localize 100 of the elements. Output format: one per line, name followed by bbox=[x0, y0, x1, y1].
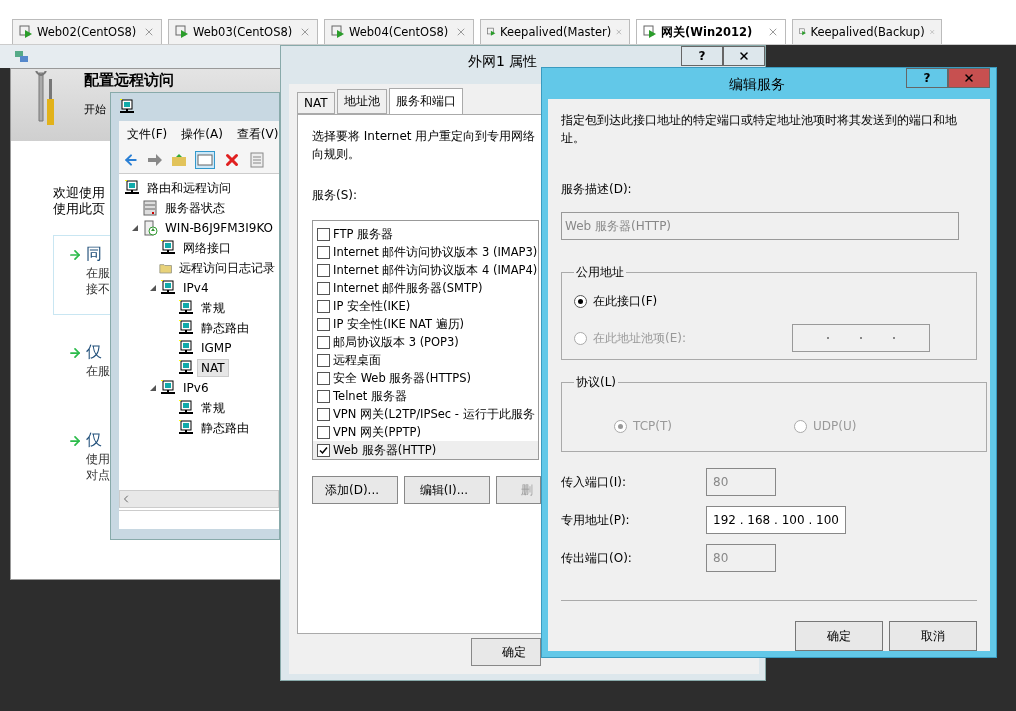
tree-item[interactable]: 常规 bbox=[197, 297, 229, 319]
computer-icon bbox=[178, 420, 194, 436]
checkbox[interactable] bbox=[317, 443, 330, 457]
tree-item[interactable]: 静态路由 bbox=[197, 417, 253, 439]
checkbox[interactable] bbox=[317, 281, 330, 295]
dialog-button[interactable]: 取消 bbox=[889, 621, 977, 651]
tree-item[interactable]: 路由和远程访问 bbox=[143, 177, 235, 199]
ip-address-field[interactable] bbox=[792, 324, 930, 352]
tree-item[interactable]: WIN-B6J9FM3I9KO bbox=[161, 219, 278, 237]
close-icon[interactable] bbox=[299, 26, 311, 38]
checkbox[interactable] bbox=[317, 425, 330, 439]
close-button[interactable] bbox=[723, 46, 765, 66]
input-field[interactable]: 192 . 168 . 100 . 100 bbox=[706, 506, 846, 534]
tree-item[interactable]: 远程访问日志记录 bbox=[175, 257, 279, 279]
service-item[interactable]: IP 安全性(IKE NAT 遍历) bbox=[313, 315, 538, 333]
checkbox[interactable] bbox=[317, 371, 330, 385]
dialog-button[interactable]: 添加(D)... bbox=[312, 476, 398, 504]
close-icon[interactable] bbox=[455, 26, 467, 38]
forward-icon[interactable] bbox=[147, 152, 163, 168]
dialog-button[interactable]: 编辑(I)... bbox=[404, 476, 490, 504]
option-text: 在服 接不 bbox=[86, 265, 110, 297]
ok-button[interactable]: 确定 bbox=[471, 638, 541, 666]
tree-item[interactable]: 服务器状态 bbox=[161, 197, 229, 219]
field-label: 传入端口(I): bbox=[561, 473, 627, 491]
tree-item[interactable]: IGMP bbox=[197, 339, 236, 357]
option-title[interactable]: 仅 bbox=[86, 430, 110, 451]
close-icon bbox=[738, 50, 750, 62]
service-item[interactable]: IP 安全性(IKE) bbox=[313, 297, 538, 315]
tree-item[interactable]: 网络接口 bbox=[179, 237, 235, 259]
checkbox[interactable] bbox=[317, 407, 330, 421]
service-item[interactable]: Internet 邮件访问协议版本 4 (IMAP4) bbox=[313, 261, 538, 279]
expand-toggle[interactable] bbox=[149, 384, 157, 392]
vm-tab[interactable]: 网关(Win2012) bbox=[636, 19, 786, 44]
server-icon bbox=[142, 200, 158, 216]
option-text: 在服 bbox=[86, 363, 110, 379]
option-panel[interactable]: 仅 在服 bbox=[53, 333, 110, 403]
checkbox[interactable] bbox=[317, 263, 330, 277]
menu-item[interactable]: 查看(V) bbox=[236, 125, 279, 143]
field-label: 专用地址(P): bbox=[561, 511, 631, 529]
checkbox[interactable] bbox=[317, 317, 330, 331]
close-icon[interactable] bbox=[767, 26, 779, 38]
checkbox[interactable] bbox=[317, 245, 330, 259]
tree-item[interactable]: NAT bbox=[197, 359, 229, 377]
vm-tab[interactable]: Keepalived(Backup) bbox=[792, 19, 942, 44]
folder-up-icon[interactable] bbox=[171, 152, 187, 168]
service-item[interactable]: VPN 网关(PPTP) bbox=[313, 423, 538, 441]
option-title[interactable]: 仅 bbox=[86, 342, 110, 363]
tree-item[interactable]: 常规 bbox=[197, 397, 229, 419]
dialog-button[interactable]: 确定 bbox=[795, 621, 883, 651]
service-item[interactable]: Internet 邮件访问协议版本 3 (IMAP3) bbox=[313, 243, 538, 261]
help-button[interactable]: ? bbox=[681, 46, 723, 66]
close-icon[interactable] bbox=[143, 26, 155, 38]
server-icon bbox=[142, 220, 158, 236]
service-item[interactable]: 远程桌面 bbox=[313, 351, 538, 369]
checkbox[interactable] bbox=[317, 389, 330, 403]
computer-icon bbox=[160, 240, 176, 256]
checkbox[interactable] bbox=[317, 227, 330, 241]
service-item[interactable]: Web 服务器(HTTP) bbox=[313, 441, 538, 459]
tree-item[interactable]: 静态路由 bbox=[197, 317, 253, 339]
dialog-tab[interactable]: 服务和端口 bbox=[388, 88, 463, 114]
expand-toggle[interactable] bbox=[149, 284, 157, 292]
arrow-icon bbox=[68, 434, 82, 448]
computer-icon bbox=[160, 280, 176, 296]
service-item[interactable]: VPN 网关(L2TP/IPSec - 运行于此服务 bbox=[313, 405, 538, 423]
vm-tab[interactable]: Keepalived(Master) bbox=[480, 19, 630, 44]
menu-item[interactable]: 操作(A) bbox=[181, 125, 223, 143]
close-icon bbox=[963, 72, 975, 84]
computer-icon bbox=[119, 99, 135, 115]
service-item[interactable]: 安全 Web 服务器(HTTPS) bbox=[313, 369, 538, 387]
tree-item[interactable]: IPv4 bbox=[179, 279, 213, 297]
vm-tab[interactable]: Web03(CentOS8) bbox=[168, 19, 318, 44]
checkbox[interactable] bbox=[317, 299, 330, 313]
service-item[interactable]: 邮局协议版本 3 (POP3) bbox=[313, 333, 538, 351]
back-icon[interactable] bbox=[123, 152, 139, 168]
radio-button[interactable] bbox=[574, 295, 587, 308]
vm-icon bbox=[175, 25, 189, 39]
radio-label: TCP(T) bbox=[633, 419, 672, 433]
computer-icon bbox=[178, 400, 194, 416]
checkbox[interactable] bbox=[317, 353, 330, 367]
delete-icon[interactable] bbox=[223, 151, 241, 169]
vm-tab[interactable]: Web02(CentOS8) bbox=[12, 19, 162, 44]
service-item[interactable]: FTP 服务器 bbox=[313, 225, 538, 243]
pane-icon[interactable] bbox=[195, 151, 215, 169]
expand-toggle[interactable] bbox=[131, 224, 139, 232]
menu-item[interactable]: 文件(F) bbox=[127, 125, 168, 143]
vm-tab[interactable]: Web04(CentOS8) bbox=[324, 19, 474, 44]
dialog-tab[interactable]: NAT bbox=[297, 92, 335, 114]
horizontal-scrollbar[interactable] bbox=[119, 490, 279, 508]
checkbox[interactable] bbox=[317, 335, 330, 349]
dialog-tab[interactable]: 地址池 bbox=[336, 89, 387, 114]
service-item[interactable]: Telnet 服务器 bbox=[313, 387, 538, 405]
option-title[interactable]: 同 bbox=[86, 244, 110, 265]
computer-icon bbox=[178, 360, 194, 376]
help-button[interactable]: ? bbox=[906, 68, 948, 88]
service-item[interactable]: Internet 邮件服务器(SMTP) bbox=[313, 279, 538, 297]
close-button[interactable] bbox=[948, 68, 990, 88]
field-label: 服务描述(D): bbox=[561, 181, 633, 198]
tree-item[interactable]: IPv6 bbox=[179, 379, 213, 397]
option-panel[interactable]: 仅 使用 对点 bbox=[53, 421, 110, 491]
vm-icon bbox=[331, 25, 345, 39]
